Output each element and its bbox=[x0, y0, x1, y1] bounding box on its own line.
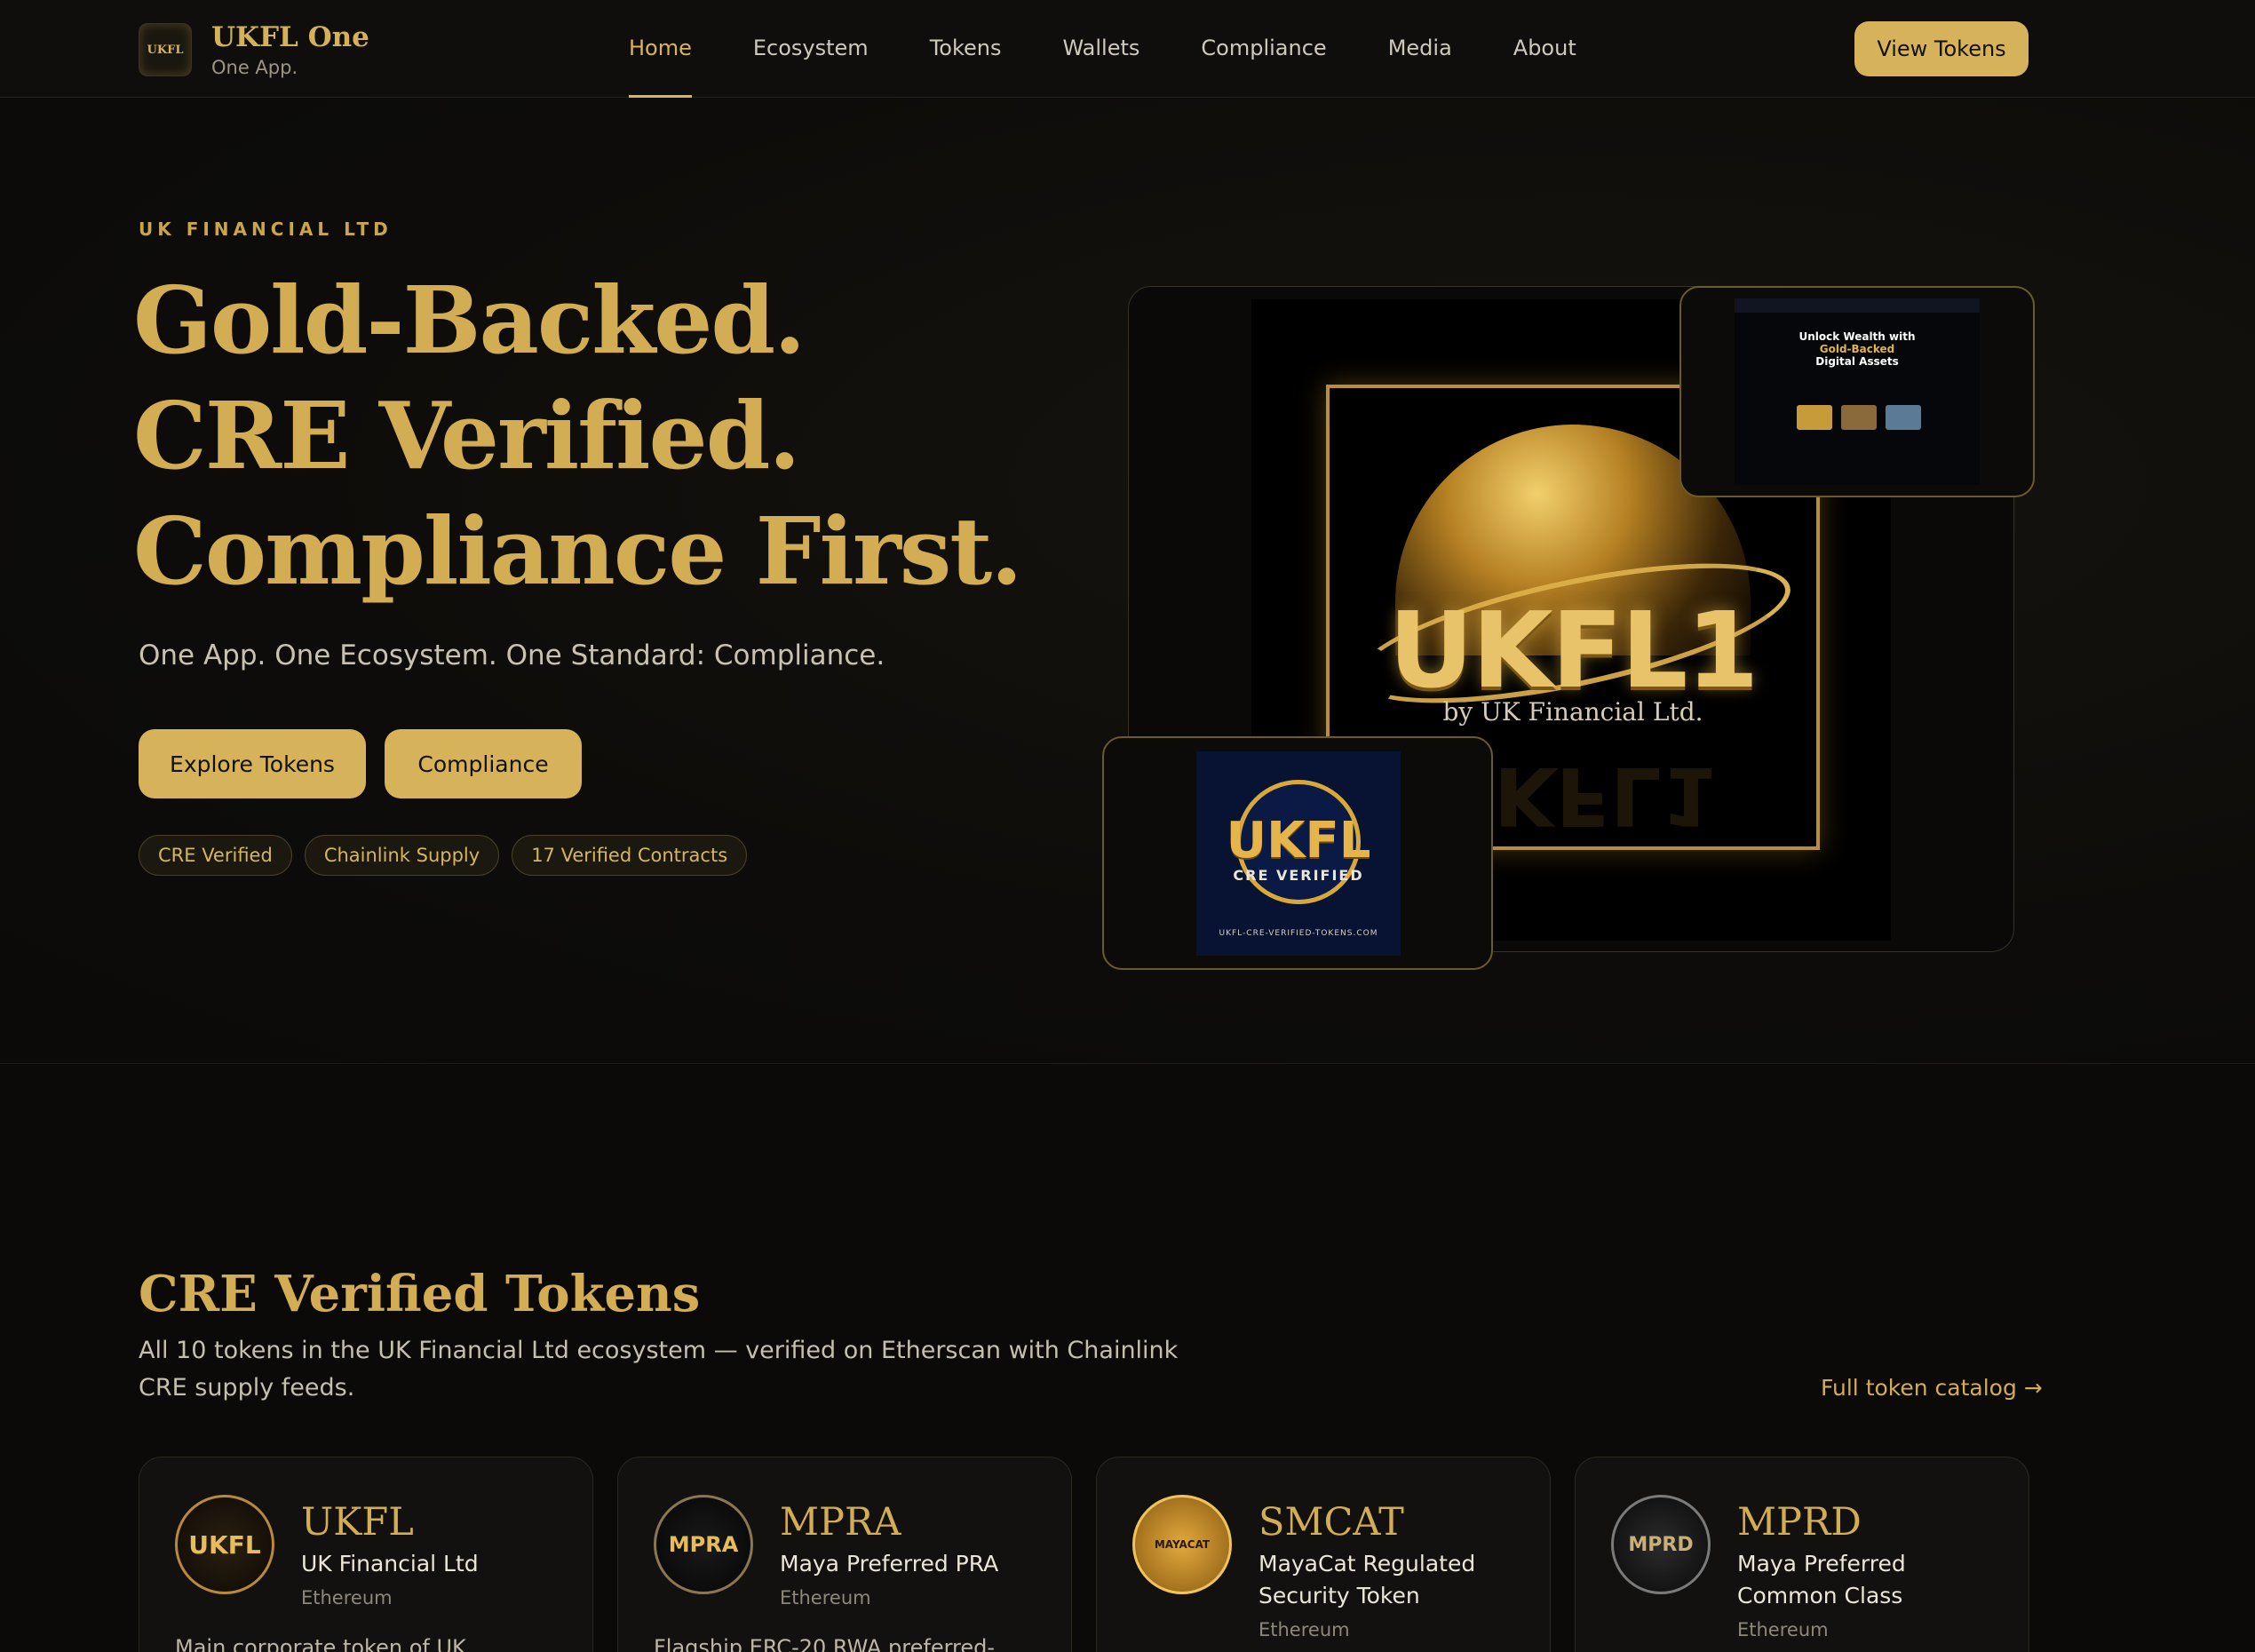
token-logo: MPRD bbox=[1611, 1495, 1711, 1594]
pill-verified-contracts: 17 Verified Contracts bbox=[512, 835, 748, 876]
hero-buttons: Explore Tokens Compliance bbox=[139, 729, 582, 798]
view-tokens-button[interactable]: View Tokens bbox=[1854, 21, 2029, 76]
brand-tagline: One App. bbox=[211, 57, 298, 78]
nav-home[interactable]: Home bbox=[629, 0, 692, 98]
token-symbol: UKFL bbox=[301, 1500, 414, 1545]
hero-pills: CRE Verified Chainlink Supply 17 Verifie… bbox=[139, 835, 759, 876]
token-card-ukfl[interactable]: UKFL UKFL UK Financial Ltd Ethereum Main… bbox=[139, 1457, 593, 1652]
token-description: Flagship ERC-20 RWA preferred- bbox=[654, 1635, 996, 1652]
nav-links: Home Ecosystem Tokens Wallets Compliance… bbox=[629, 0, 1638, 98]
nav-media[interactable]: Media bbox=[1388, 0, 1452, 98]
hero-title: Gold-Backed. CRE Verified. Compliance Fi… bbox=[133, 263, 1023, 609]
nav-compliance[interactable]: Compliance bbox=[1201, 0, 1326, 98]
hero-title-line-3: Compliance First. bbox=[133, 496, 1023, 606]
preview-thumb bbox=[1886, 405, 1921, 430]
token-chain: Ethereum bbox=[1737, 1619, 1829, 1640]
hero-title-line-2: CRE Verified. bbox=[133, 381, 801, 490]
brand-logo: UKFL bbox=[139, 23, 192, 76]
token-card-smcat[interactable]: MAYACAT SMCAT MayaCat Regulated Security… bbox=[1096, 1457, 1551, 1652]
token-chain: Ethereum bbox=[301, 1587, 393, 1608]
nav-wallets[interactable]: Wallets bbox=[1062, 0, 1139, 98]
pill-chainlink-supply: Chainlink Supply bbox=[304, 835, 500, 876]
token-logo: UKFL bbox=[175, 1495, 274, 1594]
cre-verified-badge: UKFL CRE VERIFIED UKFL-CRE-VERIFIED-TOKE… bbox=[1196, 751, 1401, 956]
brand-name: UKFL One bbox=[211, 21, 369, 53]
token-logo: MPRA bbox=[654, 1495, 753, 1594]
token-symbol: SMCAT bbox=[1259, 1500, 1404, 1545]
tokens-section-title: CRE Verified Tokens bbox=[139, 1265, 701, 1323]
token-description: Main corporate token of UK Financial bbox=[175, 1635, 466, 1652]
pill-cre-verified: CRE Verified bbox=[139, 835, 292, 876]
preview-thumb bbox=[1797, 405, 1832, 430]
hero-title-line-1: Gold-Backed. bbox=[133, 266, 806, 375]
token-name: Maya Preferred Common Class bbox=[1737, 1551, 1906, 1608]
token-name: MayaCat Regulated Security Token bbox=[1259, 1551, 1476, 1608]
token-chain: Ethereum bbox=[1259, 1619, 1350, 1640]
token-name: UK Financial Ltd bbox=[301, 1551, 479, 1577]
full-catalog-link[interactable]: Full token catalog → bbox=[1821, 1375, 2043, 1401]
hero-eyebrow: UK FINANCIAL LTD bbox=[139, 218, 393, 240]
explore-tokens-button[interactable]: Explore Tokens bbox=[139, 729, 366, 798]
nav-about[interactable]: About bbox=[1513, 0, 1576, 98]
top-nav: UKFL UKFL One One App. Home Ecosystem To… bbox=[0, 0, 2255, 98]
token-card-mprd[interactable]: MPRD MPRD Maya Preferred Common Class Et… bbox=[1575, 1457, 2029, 1652]
nav-ecosystem[interactable]: Ecosystem bbox=[753, 0, 869, 98]
token-chain: Ethereum bbox=[780, 1587, 871, 1608]
cre-badge-card: UKFL CRE VERIFIED UKFL-CRE-VERIFIED-TOKE… bbox=[1102, 736, 1493, 970]
token-symbol: MPRD bbox=[1737, 1500, 1862, 1545]
compliance-button[interactable]: Compliance bbox=[385, 729, 582, 798]
tokens-section-description: All 10 tokens in the UK Financial Ltd ec… bbox=[139, 1337, 1179, 1402]
nav-tokens[interactable]: Tokens bbox=[930, 0, 1002, 98]
token-card-mpra[interactable]: MPRA MPRA Maya Preferred PRA Ethereum Fl… bbox=[617, 1457, 1072, 1652]
website-preview: Unlock Wealth with Gold-Backed Digital A… bbox=[1735, 298, 1980, 485]
ukfl1-logo: UKFL1 bbox=[1388, 589, 1759, 711]
token-name: Maya Preferred PRA bbox=[780, 1551, 999, 1577]
ukfl1-byline: by UK Financial Ltd. bbox=[1442, 697, 1703, 727]
brand[interactable]: UKFL UKFL One One App. bbox=[139, 21, 369, 78]
token-logo: MAYACAT bbox=[1132, 1495, 1232, 1594]
preview-thumb bbox=[1841, 405, 1877, 430]
website-preview-card: Unlock Wealth with Gold-Backed Digital A… bbox=[1679, 286, 2035, 497]
token-symbol: MPRA bbox=[780, 1500, 901, 1545]
hero-subtitle: One App. One Ecosystem. One Standard: Co… bbox=[139, 639, 885, 671]
